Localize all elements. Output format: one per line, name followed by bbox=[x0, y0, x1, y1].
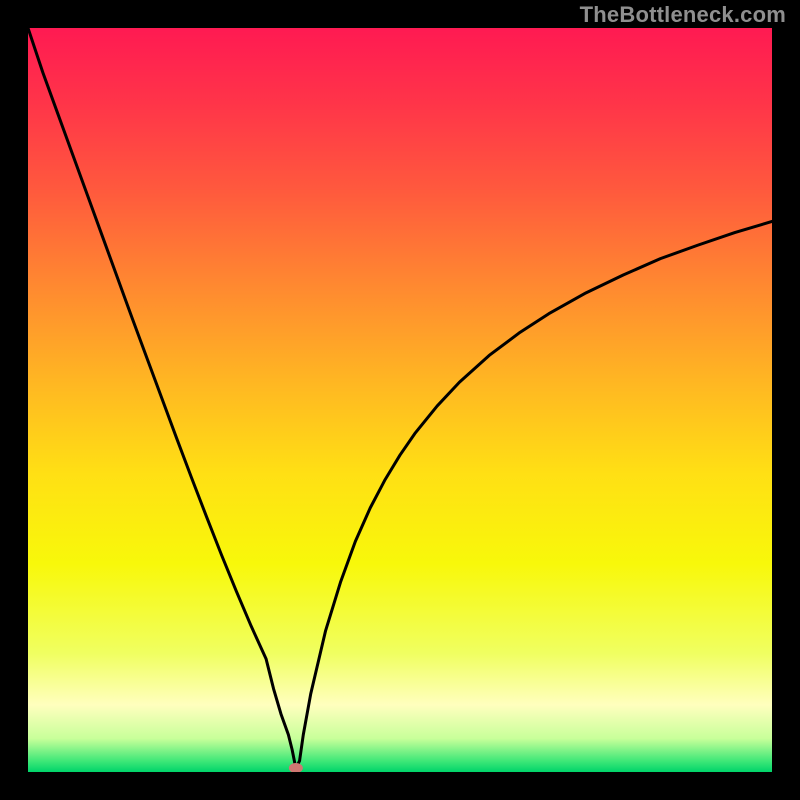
chart-frame: TheBottleneck.com bbox=[0, 0, 800, 800]
chart-background bbox=[28, 28, 772, 772]
watermark-text: TheBottleneck.com bbox=[580, 2, 786, 28]
chart-svg bbox=[28, 28, 772, 772]
chart-plot bbox=[28, 28, 772, 772]
